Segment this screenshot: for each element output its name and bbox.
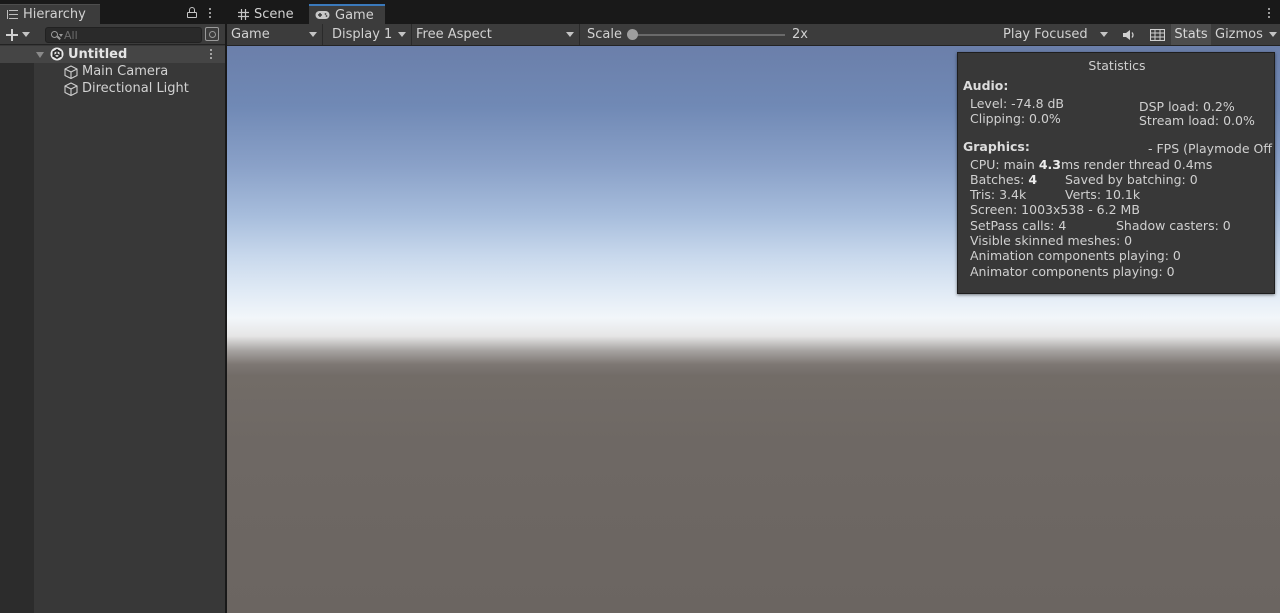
- graphics-verts: Verts: 10.1k: [1065, 187, 1141, 202]
- graphics-fps: - FPS (Playmode Off: [1148, 141, 1272, 156]
- graphics-screen: Screen: 1003x538 - 6.2 MB: [970, 202, 1140, 217]
- tab-game-label: Game: [335, 7, 374, 23]
- tab-hierarchy-label: Hierarchy: [23, 7, 86, 22]
- plus-icon: [6, 28, 18, 41]
- search-input[interactable]: [64, 28, 198, 42]
- aspect-value: Free Aspect: [416, 27, 492, 42]
- chevron-down-icon: [398, 32, 406, 37]
- chevron-down-icon: [1100, 32, 1108, 37]
- hierarchy-panel: Hierarchy Untitled: [0, 0, 225, 613]
- stats-toggle-button[interactable]: Stats: [1171, 24, 1211, 45]
- grid-icon: [1149, 28, 1165, 41]
- hierarchy-toolbar: [0, 24, 225, 45]
- tab-game[interactable]: Game: [309, 4, 385, 24]
- audio-dsp-load: DSP load: 0.2%: [1139, 99, 1235, 114]
- hierarchy-item[interactable]: Directional Light: [0, 80, 225, 97]
- graphics-shadow-casters: Shadow casters: 0: [1116, 218, 1231, 233]
- display-dropdown[interactable]: Display 1: [328, 24, 412, 45]
- aspect-dropdown[interactable]: Free Aspect: [412, 24, 580, 45]
- graphics-animation-components: Animation components playing: 0: [970, 248, 1181, 263]
- chevron-down-icon: [22, 32, 30, 37]
- mute-audio-button[interactable]: [1117, 24, 1141, 45]
- search-by-type-icon[interactable]: [205, 27, 219, 41]
- scene-row[interactable]: Untitled: [0, 46, 225, 63]
- batches-prefix: Batches:: [970, 172, 1029, 187]
- graphics-skinned-meshes: Visible skinned meshes: 0: [970, 233, 1133, 248]
- hierarchy-item-label: Directional Light: [82, 81, 189, 96]
- graphics-batches: Batches: 4: [970, 172, 1037, 187]
- audio-stream-load: Stream load: 0.0%: [1139, 113, 1255, 128]
- scene-name: Untitled: [68, 47, 128, 62]
- chevron-down-icon: [1269, 32, 1277, 37]
- grid-icon: [238, 8, 249, 20]
- audio-mute-icon: [1123, 29, 1134, 40]
- audio-clipping: Clipping: 0.0%: [970, 111, 1061, 126]
- statistics-title: Statistics: [1088, 58, 1146, 73]
- play-mode-dropdown[interactable]: Play Focused: [999, 24, 1113, 45]
- search-filter-dropdown-icon[interactable]: [59, 34, 63, 37]
- create-button[interactable]: [6, 26, 36, 43]
- graphics-saved-by-batching: Saved by batching: 0: [1065, 172, 1198, 187]
- gameobject-cube-icon: [64, 82, 78, 96]
- audio-level: Level: -74.8 dB: [970, 96, 1065, 111]
- game-mode-value: Game: [231, 27, 270, 42]
- hierarchy-search-field[interactable]: [45, 27, 202, 43]
- stats-grid-button[interactable]: [1145, 24, 1169, 45]
- scale-label: Scale: [587, 27, 622, 42]
- scale-slider-thumb[interactable]: [627, 29, 638, 40]
- hierarchy-kebab-menu-icon[interactable]: [208, 7, 212, 20]
- lock-icon[interactable]: [187, 7, 197, 18]
- gizmos-label: Gizmos: [1215, 27, 1263, 42]
- cpu-main-value: 4.3: [1038, 157, 1061, 172]
- batches-value: 4: [1028, 172, 1038, 187]
- graphics-tris: Tris: 3.4k: [970, 187, 1027, 202]
- hierarchy-lines-icon: [7, 10, 18, 19]
- play-mode-value: Play Focused: [1003, 27, 1088, 42]
- tab-scene[interactable]: Scene: [230, 4, 308, 24]
- tab-scene-label: Scene: [254, 6, 294, 22]
- scale-slider-track[interactable]: [632, 34, 785, 36]
- game-view-toolbar: Game Display 1 Free Aspect Scale 2x Play…: [227, 24, 1280, 46]
- scene-kebab-menu-icon[interactable]: [209, 48, 213, 61]
- search-icon: [51, 31, 58, 38]
- graphics-cpu: CPU: main 4.3ms render thread 0.4ms: [970, 157, 1212, 172]
- unity-logo-icon: [50, 47, 64, 61]
- hierarchy-gutter: [0, 46, 34, 613]
- display-value: Display 1: [332, 27, 393, 42]
- gizmos-button[interactable]: Gizmos: [1212, 24, 1280, 45]
- cpu-suffix: ms render thread 0.4ms: [1060, 157, 1213, 172]
- scale-value: 2x: [792, 27, 808, 42]
- audio-heading: Audio:: [963, 78, 1009, 93]
- hierarchy-tab-bar: Hierarchy: [0, 0, 225, 24]
- game-view-kebab-menu-icon[interactable]: [1267, 7, 1271, 20]
- gamepad-icon: [315, 11, 330, 19]
- gameobject-cube-icon: [64, 65, 78, 79]
- foldout-arrow-icon[interactable]: [36, 52, 44, 58]
- chevron-down-icon: [309, 32, 317, 37]
- cpu-prefix: CPU: main: [970, 157, 1039, 172]
- tab-hierarchy[interactable]: Hierarchy: [0, 4, 100, 24]
- game-mode-dropdown[interactable]: Game: [227, 24, 323, 45]
- graphics-heading: Graphics:: [963, 139, 1030, 154]
- chevron-down-icon: [566, 32, 574, 37]
- graphics-setpass: SetPass calls: 4: [970, 218, 1067, 233]
- hierarchy-item[interactable]: Main Camera: [0, 63, 225, 80]
- graphics-animator-components: Animator components playing: 0: [970, 264, 1175, 279]
- statistics-panel: Statistics Audio: Level: -74.8 dB Clippi…: [957, 52, 1275, 294]
- game-view-tab-bar: Scene Game: [227, 0, 1280, 24]
- hierarchy-item-label: Main Camera: [82, 64, 169, 79]
